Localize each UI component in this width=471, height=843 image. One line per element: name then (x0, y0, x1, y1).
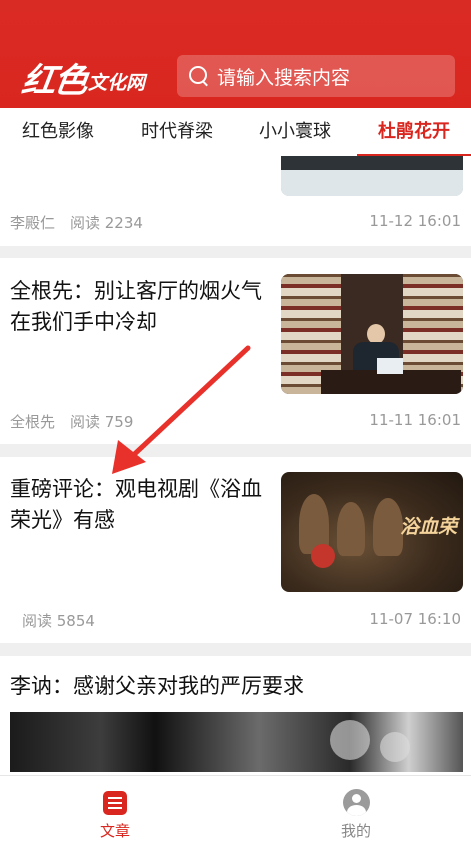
article-title: 重磅评论：观电视剧《浴血荣光》有感 (10, 477, 262, 532)
cover-highlight (380, 732, 410, 762)
category-tabs: 红色影像 时代脊梁 小小寰球 杜鹃花开 (0, 108, 471, 157)
thumb-figure (373, 498, 403, 556)
article-reads: 阅读 759 (70, 413, 134, 431)
article-thumbnail (281, 156, 463, 196)
article-time: 11-11 16:01 (369, 411, 461, 429)
thumb-emblem (311, 544, 335, 568)
logo-sub-text: 文化网 (88, 72, 146, 94)
search-input[interactable]: 请输入搜索内容 (177, 55, 455, 97)
nav-articles[interactable]: 文章 (55, 776, 175, 843)
tab-azalea-bloom[interactable]: 杜鹃花开 (378, 108, 450, 156)
nav-articles-label: 文章 (99, 822, 130, 840)
article-author: 李殿仁 (10, 214, 56, 232)
search-placeholder: 请输入搜索内容 (217, 66, 351, 89)
article-time: 11-12 16:01 (369, 212, 461, 230)
article-time: 11-07 16:10 (369, 610, 461, 628)
article-thumbnail: 浴血荣 (281, 472, 463, 592)
article-icon (103, 791, 127, 815)
bottom-nav: 文章 我的 (0, 775, 471, 843)
nav-profile-label: 我的 (340, 822, 371, 840)
search-icon (187, 64, 211, 88)
article-card[interactable]: 李讷：感谢父亲对我的严厉要求 (0, 656, 471, 775)
site-logo[interactable]: 红色 文化网 (19, 52, 146, 101)
app-root: 红色 文化网 请输入搜索内容 红色影像 时代脊梁 小小寰球 杜鹃花开 李殿仁 阅… (0, 0, 471, 843)
article-author: 全根先 (10, 413, 56, 431)
thumb-water (281, 170, 463, 196)
thumb-ship-hull (281, 156, 463, 170)
article-thumbnail (281, 274, 463, 394)
thumb-caption: 浴血荣 (399, 516, 457, 538)
profile-icon (343, 789, 370, 816)
app-header: 红色 文化网 请输入搜索内容 (0, 0, 471, 108)
logo-main-text: 红色 (19, 61, 89, 101)
article-title: 李讷：感谢父亲对我的严厉要求 (10, 674, 304, 698)
tab-red-images[interactable]: 红色影像 (22, 108, 94, 156)
tab-era-backbone[interactable]: 时代脊梁 (141, 108, 213, 156)
article-card[interactable]: 重磅评论：观电视剧《浴血荣光》有感 浴血荣 阅读 5854 11-07 16:1… (0, 457, 471, 643)
tab-small-globe[interactable]: 小小寰球 (259, 108, 331, 156)
article-title: 全根先：别让客厅的烟火气在我们手中冷却 (10, 279, 262, 334)
article-cover-image (10, 712, 463, 772)
article-reads: 阅读 5854 (22, 612, 95, 630)
article-card[interactable]: 李殿仁 阅读 2234 11-12 16:01 (0, 156, 471, 246)
thumb-figure (337, 502, 365, 556)
article-card[interactable]: 全根先：别让客厅的烟火气在我们手中冷却 全根先 阅读 759 11-11 16:… (0, 258, 471, 444)
cover-highlight (330, 720, 370, 760)
thumb-laptop (377, 358, 403, 374)
thumb-person-head (367, 324, 385, 344)
nav-profile[interactable]: 我的 (296, 776, 416, 843)
article-reads: 阅读 2234 (70, 214, 143, 232)
